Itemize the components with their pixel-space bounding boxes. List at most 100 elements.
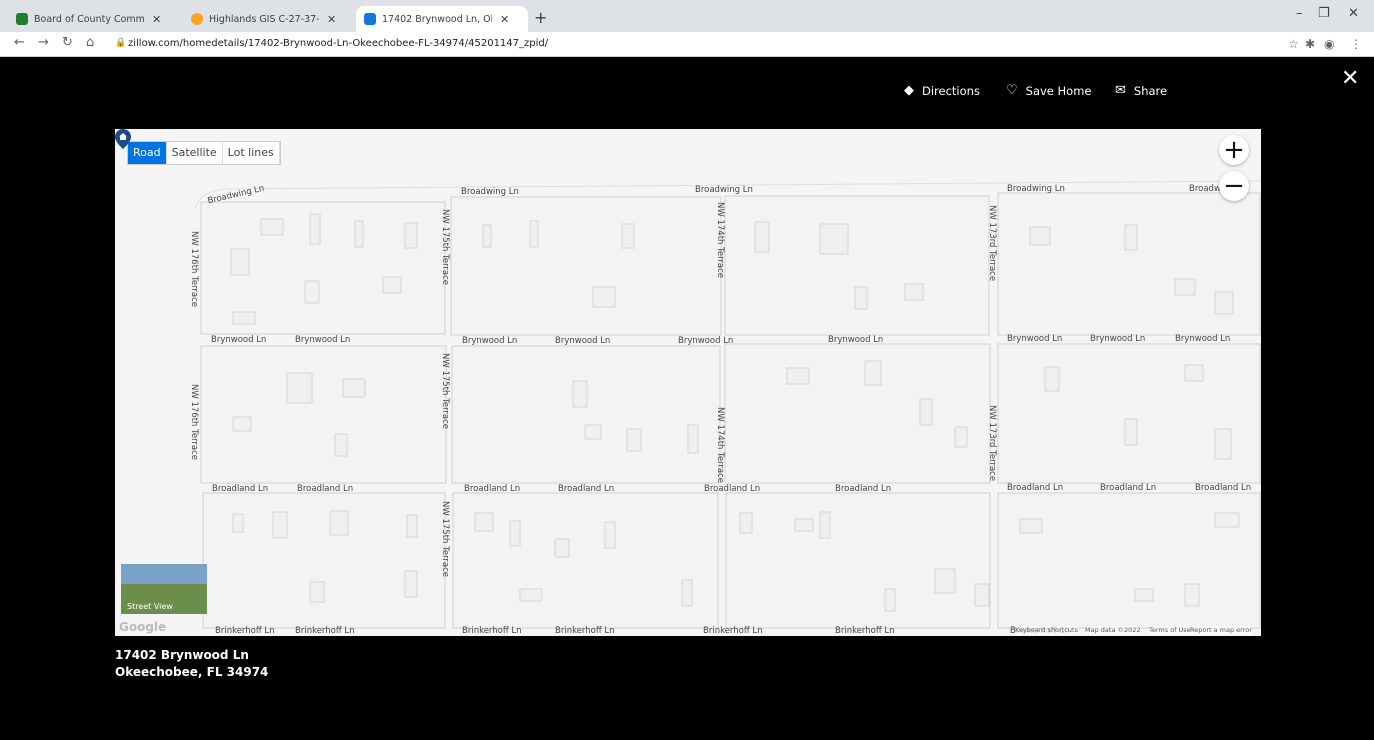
minus-icon: −	[1223, 171, 1245, 201]
street-label: Brinkerhoff Ln	[703, 626, 763, 636]
street-label: NW 173rd Terrace	[987, 205, 997, 282]
street-label: NW 174th Terrace	[715, 407, 725, 484]
menu-icon[interactable]: ⋮	[1350, 37, 1362, 51]
street-label: Brinkerhoff Ln	[462, 626, 522, 636]
map-type-road-button[interactable]: Road	[128, 142, 167, 164]
url-field[interactable]: zillow.com/homedetails/17402-Brynwood-Ln…	[128, 38, 548, 49]
heart-icon: ♡	[1006, 83, 1018, 98]
block	[997, 343, 1261, 484]
tab-favicon-icon	[364, 13, 376, 25]
street-view-thumbnail[interactable]: Street View	[121, 564, 207, 614]
street-label: Brynwood Ln	[295, 335, 351, 345]
street-label: Broadland Ln	[1195, 483, 1252, 493]
minimize-icon[interactable]: –	[1296, 6, 1303, 21]
street-label: Brynwood Ln	[555, 336, 611, 346]
new-tab-icon[interactable]: +	[534, 8, 547, 27]
street-label: NW 176th Terrace	[189, 384, 199, 461]
zoom-out-button[interactable]: −	[1219, 171, 1249, 201]
directions-button[interactable]: ◆ Directions	[904, 83, 980, 98]
street-label: Broadland Ln	[835, 484, 892, 494]
directions-label: Directions	[922, 83, 980, 98]
reload-icon[interactable]: ↻	[62, 35, 73, 50]
street-label: NW 176th Terrace	[189, 231, 199, 308]
street-label: Brynwood Ln	[828, 335, 884, 345]
street-label: Broadwing Ln	[695, 185, 753, 195]
bookmark-star-icon[interactable]: ☆	[1288, 37, 1299, 51]
street-label: Brynwood Ln	[1090, 334, 1146, 344]
map-type-lot-lines-button[interactable]: Lot lines	[223, 142, 280, 164]
map-data-text: Map data ©2022	[1085, 626, 1141, 634]
street-label: Brynwood Ln	[678, 336, 734, 346]
street-label: NW 175th Terrace	[440, 209, 450, 286]
street-label: Broadland Ln	[464, 484, 521, 494]
map[interactable]: Broadwing Ln Broadwing Ln Broadwing Ln B…	[115, 129, 1261, 636]
street-label: NW 173rd Terrace	[987, 405, 997, 482]
home-marker-icon[interactable]	[115, 129, 131, 149]
keyboard-shortcuts-link[interactable]: Keyboard shortcuts	[1015, 626, 1078, 634]
close-tab-icon[interactable]: ✕	[152, 13, 161, 26]
street-label: NW 175th Terrace	[440, 353, 450, 430]
save-home-button[interactable]: ♡ Save Home	[1006, 83, 1092, 98]
block	[725, 492, 991, 629]
lock-icon[interactable]: 🔒	[115, 38, 126, 48]
plus-icon: +	[1223, 135, 1245, 165]
restore-icon[interactable]: ❐	[1318, 6, 1330, 21]
browser-tab-bar: Board of County Commissioners ✕ Highland…	[0, 0, 1374, 32]
profile-icon[interactable]: ◉	[1324, 37, 1334, 51]
close-tab-icon[interactable]: ✕	[500, 13, 509, 26]
street-label: Brynwood Ln	[211, 335, 267, 345]
street-label: NW 175th Terrace	[440, 501, 450, 578]
street-label: Brynwood Ln	[1007, 334, 1063, 344]
tab-highlands-gis[interactable]: Highlands GIS C-27-37-33-010-0 ✕	[183, 6, 353, 32]
window-close-icon[interactable]: ✕	[1348, 6, 1359, 21]
address-line-1: 17402 Brynwood Ln	[115, 648, 249, 662]
street-label: Broadland Ln	[212, 484, 269, 494]
street-label: Broadland Ln	[297, 484, 354, 494]
map-type-satellite-button[interactable]: Satellite	[167, 142, 223, 164]
block	[450, 196, 722, 336]
street-label: Brinkerhoff Ln	[555, 626, 615, 636]
block	[200, 345, 447, 484]
block	[724, 343, 991, 484]
block	[724, 195, 990, 336]
street-label: Broadland Ln	[1100, 483, 1157, 493]
block	[451, 345, 721, 484]
street-label: Brinkerhoff Ln	[215, 626, 275, 636]
tab-board-of-county[interactable]: Board of County Commissioners ✕	[8, 6, 180, 32]
zoom-in-button[interactable]: +	[1219, 135, 1249, 165]
directions-icon: ◆	[904, 83, 914, 98]
save-home-label: Save Home	[1025, 83, 1092, 98]
home-icon[interactable]: ⌂	[86, 35, 94, 50]
block	[202, 492, 446, 629]
street-label: Broadw	[1189, 184, 1221, 194]
map-type-switcher: Road Satellite Lot lines	[127, 141, 281, 165]
street-label: Brynwood Ln	[1175, 334, 1231, 344]
address-bar: ← → ↻ ⌂ 🔒 zillow.com/homedetails/17402-B…	[0, 32, 1374, 57]
tab-title: Highlands GIS C-27-37-33-010-0	[209, 13, 319, 25]
back-icon[interactable]: ←	[14, 35, 25, 50]
map-canvas	[194, 180, 1261, 629]
mail-icon: ✉	[1115, 83, 1126, 98]
close-overlay-icon[interactable]: ✕	[1341, 66, 1359, 91]
street-label: Broadland Ln	[704, 484, 761, 494]
close-tab-icon[interactable]: ✕	[327, 13, 336, 26]
extensions-icon[interactable]: ✱	[1305, 37, 1315, 51]
street-label: Broadwing Ln	[1007, 184, 1065, 194]
street-label: Broadland Ln	[558, 484, 615, 494]
tab-title: Board of County Commissioners	[34, 13, 144, 25]
street-label: NW 174th Terrace	[715, 202, 725, 279]
tab-title: 17402 Brynwood Ln, Okeechobee	[382, 13, 492, 25]
share-label: Share	[1133, 83, 1168, 98]
street-label: Brinkerhoff Ln	[295, 626, 355, 636]
forward-icon[interactable]: →	[38, 35, 49, 50]
report-map-error-link[interactable]: Report a map error	[1190, 626, 1252, 634]
tab-zillow[interactable]: 17402 Brynwood Ln, Okeechobee ✕	[356, 6, 528, 32]
street-label: Broadland Ln	[1007, 483, 1064, 493]
address-line-2: Okeechobee, FL 34974	[115, 665, 269, 679]
share-button[interactable]: ✉ Share	[1115, 83, 1167, 98]
street-label: Brynwood Ln	[462, 336, 518, 346]
street-label: Broadwing Ln	[461, 187, 519, 197]
street-view-label: Street View	[127, 602, 173, 611]
terms-of-use-link[interactable]: Terms of Use	[1149, 626, 1191, 634]
tab-favicon-icon	[16, 13, 28, 25]
